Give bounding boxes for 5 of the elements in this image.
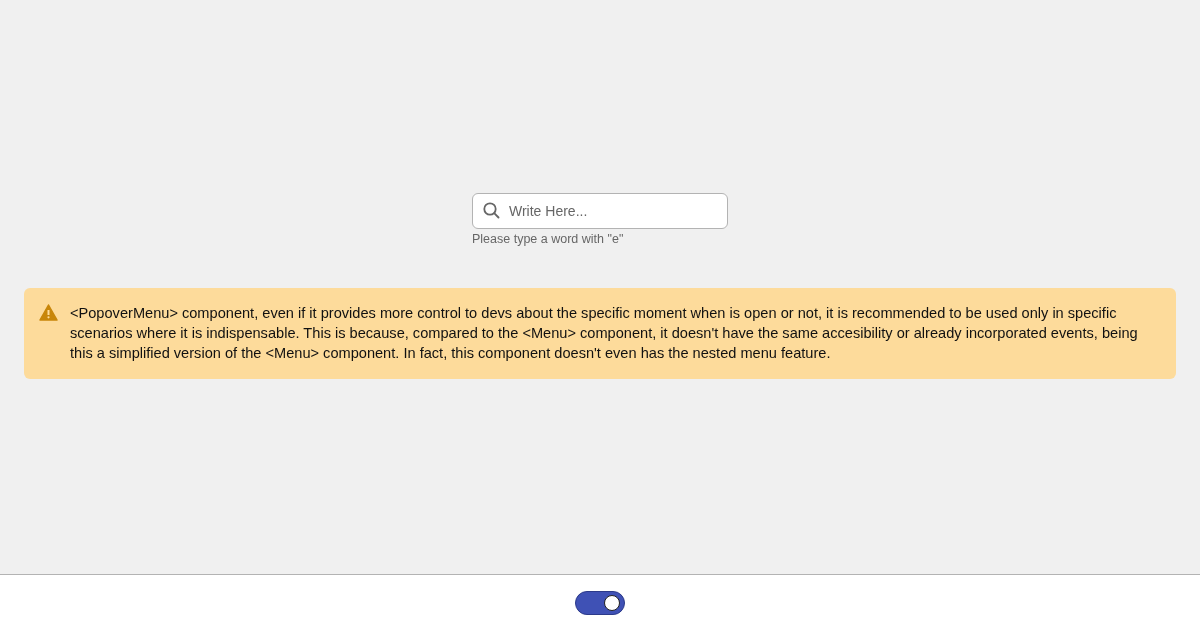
helper-text: Please type a word with "e" xyxy=(472,232,625,246)
search-field[interactable]: Write Here... xyxy=(472,193,728,229)
warning-text: <PopoverMenu> component, even if it provides more control to devs about the specific moment when is open or not, it is recommended to be used only in specific scenarios where it is indispensable. This is because, compared to the <Menu> component, it doesn't have the same accesibility or already incorporated events, being this a simplified version of the <Menu> component. In fact, this component doesn't even has the nested menu feature. xyxy=(70,304,1139,363)
toggle-switch[interactable] xyxy=(575,590,625,615)
warning-icon xyxy=(39,304,58,321)
